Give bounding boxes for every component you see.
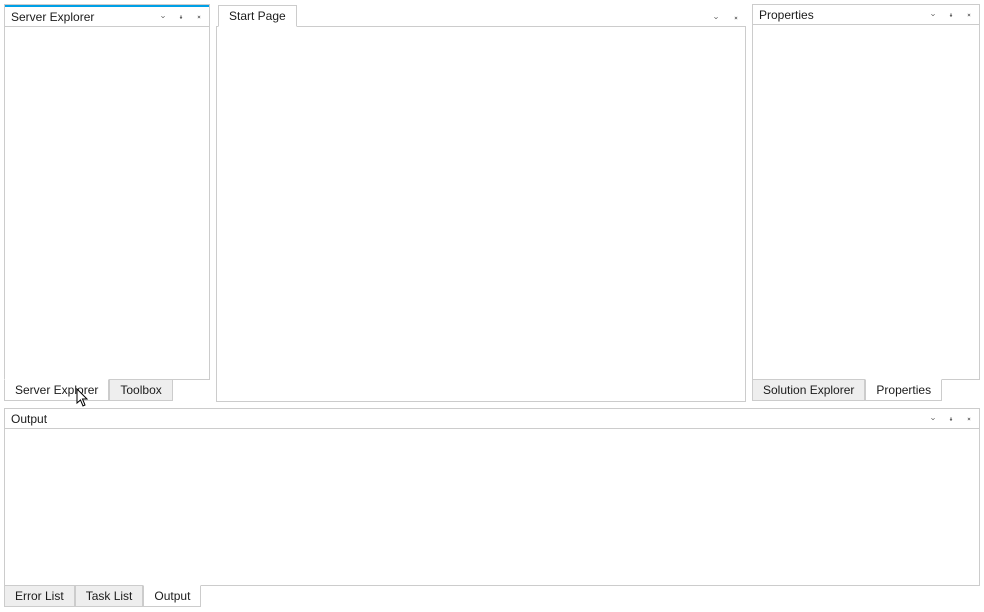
close-button[interactable] [191,9,207,25]
close-icon [197,12,201,22]
document-tab-row: Start Page [216,4,746,26]
tab-output[interactable]: Output [143,585,201,607]
properties-panel: Properties [752,4,980,380]
properties-body [753,25,979,379]
window-position-dropdown[interactable] [925,7,941,23]
chevron-down-icon [161,12,165,22]
start-page-body [216,26,746,402]
output-header-buttons [925,411,977,427]
tab-task-list[interactable]: Task List [75,585,144,607]
document-dropdown[interactable] [708,10,724,26]
close-icon [967,10,971,20]
tab-label: Output [154,589,190,603]
ide-window: Server Explorer [0,0,984,612]
window-position-dropdown[interactable] [925,411,941,427]
chevron-down-icon [714,13,718,23]
bottom-tab-strip: Error List Task List Output [4,586,980,608]
pin-button[interactable] [943,411,959,427]
tab-error-list[interactable]: Error List [4,585,75,607]
document-well: Start Page [216,4,746,402]
close-button[interactable] [961,411,977,427]
close-icon [967,414,971,424]
output-body [5,429,979,585]
output-header[interactable]: Output [5,409,979,429]
close-icon [734,13,738,23]
tab-label: Task List [86,589,133,603]
tab-label: Start Page [229,9,286,23]
pin-icon [179,12,183,22]
tab-server-explorer[interactable]: Server Explorer [4,379,109,401]
right-dock: Properties Solu [752,4,980,402]
pin-button[interactable] [173,9,189,25]
pin-icon [949,414,953,424]
tab-label: Properties [876,383,931,397]
server-explorer-body [5,27,209,379]
window-position-dropdown[interactable] [155,9,171,25]
properties-header[interactable]: Properties [753,5,979,25]
properties-header-buttons [925,7,977,23]
server-explorer-header[interactable]: Server Explorer [5,7,209,27]
pin-button[interactable] [943,7,959,23]
right-tab-strip: Solution Explorer Properties [752,380,980,402]
left-dock: Server Explorer [4,4,210,402]
bottom-dock: Output Error List Task List Output [4,408,980,608]
tab-label: Server Explorer [15,383,98,397]
output-title: Output [11,412,925,426]
tab-label: Error List [15,589,64,603]
tab-properties[interactable]: Properties [865,379,942,401]
close-button[interactable] [961,7,977,23]
tab-solution-explorer[interactable]: Solution Explorer [752,379,865,401]
tab-label: Toolbox [120,383,161,397]
server-explorer-panel: Server Explorer [4,4,210,380]
chevron-down-icon [931,10,935,20]
left-tab-strip: Server Explorer Toolbox [4,380,210,402]
tab-toolbox[interactable]: Toolbox [109,379,172,401]
server-explorer-header-buttons [155,9,207,25]
properties-title: Properties [759,8,925,22]
tab-label: Solution Explorer [763,383,854,397]
close-document-button[interactable] [728,10,744,26]
tab-start-page[interactable]: Start Page [218,5,297,27]
chevron-down-icon [931,414,935,424]
top-row: Server Explorer [4,4,980,402]
pin-icon [949,10,953,20]
server-explorer-title: Server Explorer [11,10,155,24]
output-panel: Output [4,408,980,586]
